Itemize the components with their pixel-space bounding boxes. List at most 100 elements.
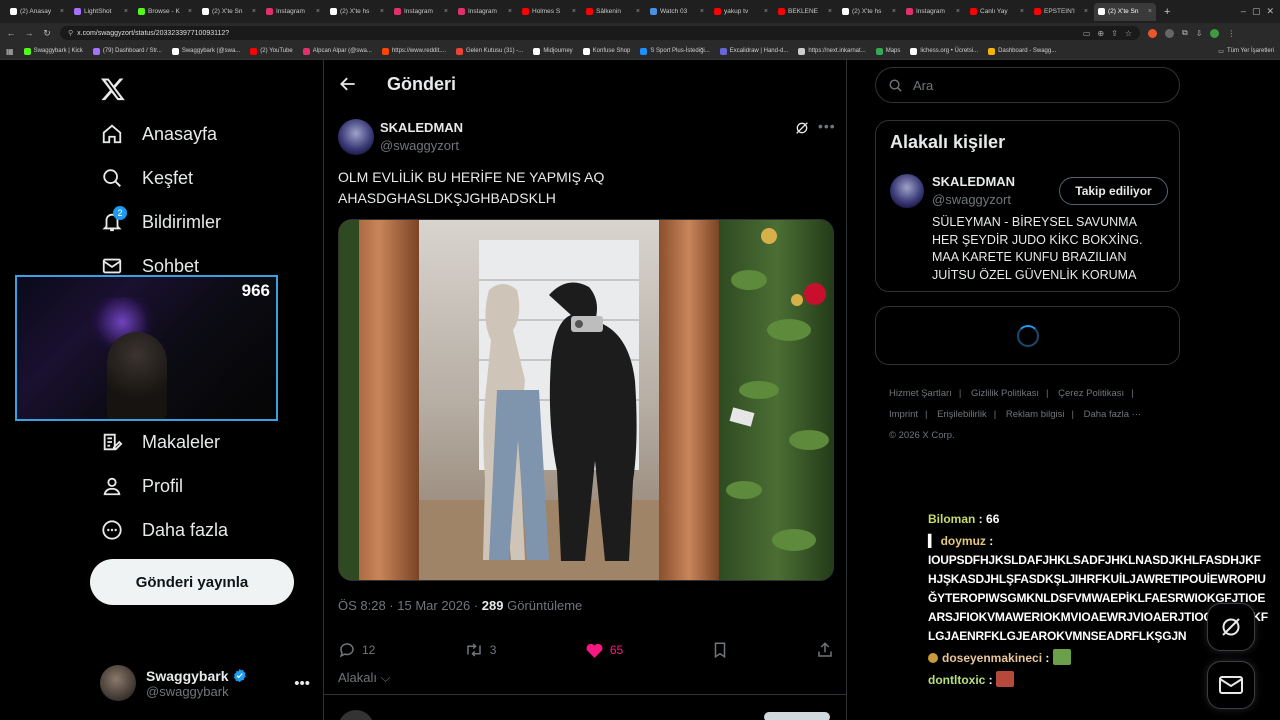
- reply-button[interactable]: 12: [338, 641, 375, 659]
- tab-close-icon[interactable]: ×: [252, 8, 256, 15]
- reload-icon[interactable]: ↻: [42, 28, 52, 39]
- apps-grid-icon[interactable]: ▦: [6, 47, 14, 56]
- bookmark-star-icon[interactable]: ☆: [1125, 29, 1132, 38]
- tab-close-icon[interactable]: ×: [764, 8, 768, 15]
- author-name[interactable]: SKALEDMAN: [380, 120, 463, 135]
- bookmark-button[interactable]: [712, 641, 728, 659]
- minimize-window-icon[interactable]: –: [1241, 6, 1246, 17]
- like-button[interactable]: 65: [585, 641, 623, 659]
- tweet-photo[interactable]: [338, 219, 834, 581]
- tab-close-icon[interactable]: ×: [1148, 8, 1152, 15]
- bookmark-item[interactable]: https://next.inkarnat...: [798, 47, 866, 55]
- browser-tab[interactable]: yakup tv ×: [710, 3, 772, 21]
- tab-close-icon[interactable]: ×: [892, 8, 896, 15]
- post-button[interactable]: Gönderi yayınla: [90, 559, 294, 605]
- person-handle[interactable]: @swaggyzort: [932, 192, 1011, 207]
- browser-menu-icon[interactable]: ⋮: [1227, 29, 1235, 38]
- person-name[interactable]: SKALEDMAN: [932, 174, 1015, 189]
- following-button[interactable]: Takip ediliyor: [1059, 177, 1168, 205]
- maximize-window-icon[interactable]: ▢: [1252, 6, 1261, 17]
- browser-tab[interactable]: Instagram ×: [454, 3, 516, 21]
- browser-tab[interactable]: BEKLENE ×: [774, 3, 836, 21]
- tab-close-icon[interactable]: ×: [316, 8, 320, 15]
- bookmark-item[interactable]: S Sport Plus-İstediği...: [640, 47, 710, 55]
- extensions-puzzle-icon[interactable]: ⧉: [1182, 28, 1188, 38]
- nav-item-notifications[interactable]: 2 Bildirimler: [100, 206, 221, 234]
- bookmark-item[interactable]: (79) Dashboard / Str...: [92, 47, 162, 55]
- browser-tab[interactable]: Instagram ×: [262, 3, 324, 21]
- nav-item-explore[interactable]: Keşfet: [100, 166, 193, 190]
- tab-close-icon[interactable]: ×: [380, 8, 384, 15]
- footer-link[interactable]: Hizmet Şartları: [889, 388, 952, 399]
- author-avatar[interactable]: [338, 119, 374, 155]
- forward-nav-icon[interactable]: →: [24, 28, 34, 38]
- bookmark-item[interactable]: Alpcan Alpar (@swa...: [302, 47, 372, 55]
- new-tab-icon[interactable]: +: [1158, 6, 1176, 18]
- share-page-icon[interactable]: ⇪: [1111, 29, 1118, 38]
- bookmark-item[interactable]: Midjourney: [533, 47, 573, 55]
- browser-tab[interactable]: Canlı Yay ×: [966, 3, 1028, 21]
- bookmark-item[interactable]: Dashboard - Swagg...: [988, 47, 1056, 55]
- bookmark-item[interactable]: Gelen Kutusu (31) -...: [455, 47, 523, 55]
- nav-item-profile[interactable]: Profil: [100, 474, 183, 498]
- browser-tab[interactable]: (2) X'te Sn ×: [1094, 2, 1156, 21]
- footer-link[interactable]: Imprint: [889, 409, 918, 420]
- footer-link[interactable]: Daha fazla ···: [1084, 409, 1142, 420]
- all-bookmarks-folder[interactable]: ▭ Tüm Yer İşaretleri: [1218, 48, 1274, 55]
- back-nav-icon[interactable]: ←: [6, 28, 16, 38]
- tab-close-icon[interactable]: ×: [1020, 8, 1024, 15]
- bookmark-item[interactable]: (2) YouTube: [250, 47, 293, 55]
- extension-icon[interactable]: [1165, 28, 1174, 38]
- address-bar[interactable]: ⚲ x.com/swaggyzort/status/20332339771009…: [60, 26, 1140, 40]
- reply-follow-pill[interactable]: [764, 712, 830, 720]
- tab-close-icon[interactable]: ×: [60, 8, 64, 15]
- avatar[interactable]: [890, 174, 924, 208]
- extension-icon[interactable]: [1148, 28, 1157, 38]
- tab-close-icon[interactable]: ×: [188, 8, 192, 15]
- browser-tab[interactable]: Holmes S ×: [518, 3, 580, 21]
- footer-link[interactable]: Reklam bilgisi: [1006, 409, 1065, 420]
- nav-item-home[interactable]: Anasayfa: [100, 122, 217, 146]
- browser-tab[interactable]: Instagram ×: [390, 3, 452, 21]
- browser-tab[interactable]: Sâlkenin ×: [582, 3, 644, 21]
- browser-tab[interactable]: Instagram ×: [902, 3, 964, 21]
- grok-icon[interactable]: [794, 120, 810, 136]
- browser-tab[interactable]: (2) X'te hs ×: [326, 3, 388, 21]
- cast-icon[interactable]: ▭: [1083, 29, 1091, 38]
- browser-tab[interactable]: LightShot ×: [70, 3, 132, 21]
- share-button[interactable]: [816, 641, 834, 659]
- back-arrow-icon[interactable]: [338, 74, 358, 94]
- bookmark-item[interactable]: lichess.org • Ücretsi...: [910, 47, 978, 55]
- bookmark-item[interactable]: Excalidraw | Hand-d...: [719, 47, 788, 55]
- profile-avatar-icon[interactable]: [1210, 28, 1220, 38]
- nav-item-more[interactable]: Daha fazla: [100, 518, 228, 542]
- related-toggle[interactable]: Alakalı ⌵: [338, 670, 391, 686]
- browser-tab[interactable]: Watch 03 ×: [646, 3, 708, 21]
- more-dots-icon[interactable]: •••: [294, 675, 310, 692]
- site-info-icon[interactable]: ⚲: [68, 29, 73, 37]
- retweet-button[interactable]: 3: [464, 641, 496, 659]
- account-switcher[interactable]: Swaggybark @swaggybark •••: [100, 663, 310, 703]
- tab-close-icon[interactable]: ×: [124, 8, 128, 15]
- tweet-time[interactable]: ÖS 8:28 · 15 Mar 2026 ·: [338, 598, 482, 613]
- search-input[interactable]: [913, 77, 1153, 93]
- bookmark-item[interactable]: Maps: [875, 47, 900, 55]
- tab-close-icon[interactable]: ×: [956, 8, 960, 15]
- grok-float-button[interactable]: [1207, 603, 1255, 651]
- downloads-icon[interactable]: ⇩: [1196, 29, 1203, 38]
- browser-tab[interactable]: EPSTEIN'I ×: [1030, 3, 1092, 21]
- footer-link[interactable]: Çerez Politikası: [1058, 388, 1124, 399]
- tab-close-icon[interactable]: ×: [444, 8, 448, 15]
- bookmark-item[interactable]: https://www.reddit....: [381, 47, 446, 55]
- browser-tab[interactable]: (2) Anasay ×: [6, 3, 68, 21]
- browser-tab[interactable]: (2) X'te hs ×: [838, 3, 900, 21]
- tab-close-icon[interactable]: ×: [572, 8, 576, 15]
- close-window-icon[interactable]: ✕: [1266, 6, 1274, 17]
- reply-avatar[interactable]: [338, 710, 374, 720]
- tab-close-icon[interactable]: ×: [636, 8, 640, 15]
- tab-close-icon[interactable]: ×: [1084, 8, 1088, 15]
- bookmark-item[interactable]: Konfuse Shop: [582, 47, 630, 55]
- more-dots-icon[interactable]: •••: [818, 118, 836, 134]
- search-bar[interactable]: [875, 67, 1180, 103]
- tab-close-icon[interactable]: ×: [508, 8, 512, 15]
